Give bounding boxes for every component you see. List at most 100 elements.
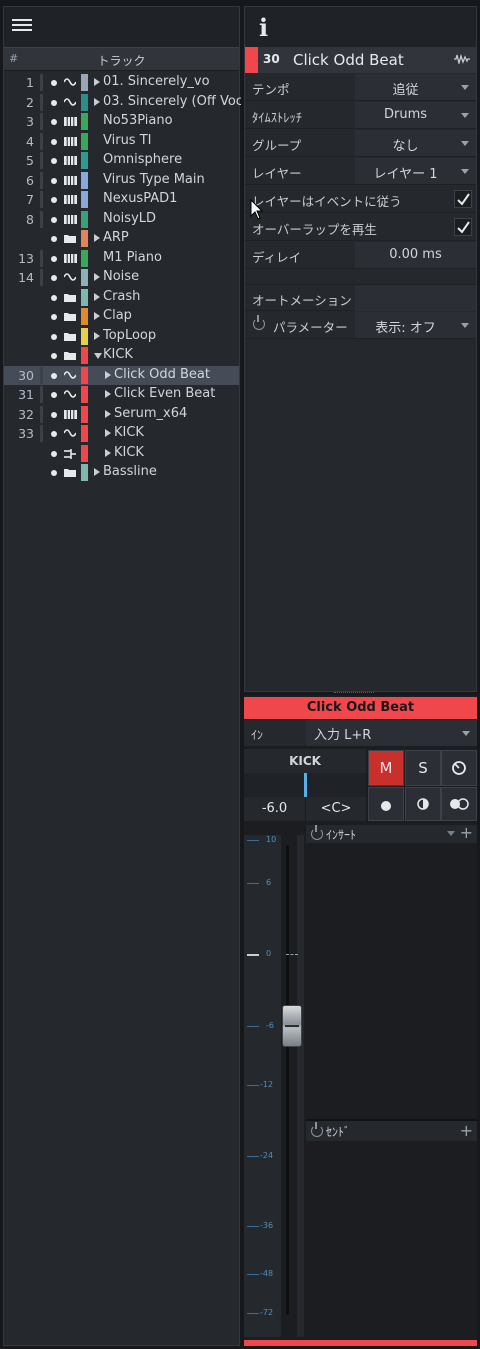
track-row[interactable]: 4 Virus TI <box>4 132 239 152</box>
expand-arrow-icon[interactable] <box>105 429 111 437</box>
expand-arrow-icon[interactable] <box>94 234 100 242</box>
track-color-swatch[interactable] <box>81 210 88 228</box>
group-select[interactable]: なし <box>355 130 476 156</box>
power-icon[interactable] <box>311 1122 323 1137</box>
power-icon[interactable] <box>311 825 323 840</box>
track-row[interactable]: 33 KICK <box>4 424 239 444</box>
inspector-track-header[interactable]: 30 Click Odd Beat <box>245 47 476 73</box>
track-row[interactable]: Bassline <box>4 463 239 483</box>
track-dot-icon[interactable] <box>51 255 57 262</box>
track-dot-icon[interactable] <box>51 177 57 184</box>
track-color-swatch[interactable] <box>81 444 88 462</box>
track-color-swatch[interactable] <box>81 152 88 169</box>
track-color-swatch[interactable] <box>81 386 88 403</box>
timestretch-select[interactable]: Drums <box>355 102 476 128</box>
parameter-select[interactable]: 表示: オフ <box>355 312 476 338</box>
track-row[interactable]: ARP <box>4 229 239 249</box>
overlap-checkbox[interactable] <box>454 218 472 236</box>
track-color-swatch[interactable] <box>81 425 88 442</box>
phase-button[interactable] <box>405 787 441 821</box>
expand-arrow-icon[interactable] <box>94 97 100 106</box>
track-dot-icon[interactable] <box>51 99 57 106</box>
expand-arrow-icon[interactable] <box>94 312 100 320</box>
track-color-swatch[interactable] <box>81 405 88 423</box>
solo-button[interactable]: S <box>405 750 441 786</box>
track-row[interactable]: 3 No53Piano <box>4 112 239 132</box>
input-select[interactable]: 入力 L+R <box>306 720 477 746</box>
tempo-select[interactable]: 追従 <box>355 74 476 100</box>
track-row[interactable]: 31 Click Even Beat <box>4 385 239 405</box>
track-row[interactable]: 7 NexusPAD1 <box>4 190 239 210</box>
track-name[interactable]: Click Odd Beat <box>293 51 404 69</box>
track-dot-icon[interactable] <box>51 216 57 223</box>
volume-value[interactable]: -6.0 <box>244 797 305 821</box>
chevron-down-icon[interactable] <box>447 831 455 836</box>
track-color-swatch[interactable] <box>81 327 88 345</box>
volume-fader[interactable]: 10 6 0 -6 -12 -24 -36 -48 -72 <box>244 835 304 1337</box>
power-icon[interactable] <box>253 315 265 330</box>
link-button[interactable] <box>441 787 477 821</box>
track-color-swatch[interactable] <box>81 464 88 481</box>
track-dot-icon[interactable] <box>51 158 57 164</box>
track-color-swatch[interactable] <box>81 288 88 306</box>
track-color-swatch[interactable] <box>245 47 258 73</box>
track-dot-icon[interactable] <box>51 236 57 242</box>
track-row[interactable]: 32 Serum_x64 <box>4 405 239 425</box>
track-row[interactable]: Clap <box>4 307 239 327</box>
expand-arrow-icon[interactable] <box>105 370 111 379</box>
track-row[interactable]: TopLoop <box>4 327 239 347</box>
track-color-swatch[interactable] <box>81 132 88 150</box>
fader-handle[interactable] <box>282 1005 302 1047</box>
track-color-swatch[interactable] <box>81 249 88 267</box>
track-color-swatch[interactable] <box>81 347 88 364</box>
track-dot-icon[interactable] <box>51 450 57 457</box>
resize-handle[interactable] <box>334 692 374 694</box>
track-dot-icon[interactable] <box>51 392 57 398</box>
track-color-swatch[interactable] <box>81 74 88 91</box>
track-dot-icon[interactable] <box>51 372 57 379</box>
monitor-button[interactable] <box>441 750 477 786</box>
layer-follow-checkbox[interactable] <box>454 190 472 208</box>
track-dot-icon[interactable] <box>51 353 57 359</box>
add-insert-icon[interactable]: + <box>460 823 473 842</box>
layer-select[interactable]: レイヤー 1 <box>355 158 476 184</box>
track-color-swatch[interactable] <box>81 269 88 286</box>
track-dot-icon[interactable] <box>51 119 57 125</box>
track-row[interactable]: 30 Click Odd Beat <box>4 365 239 385</box>
track-dot-icon[interactable] <box>51 294 57 301</box>
track-row[interactable]: KICK <box>4 346 239 366</box>
collapse-arrow-icon[interactable] <box>94 353 102 359</box>
info-icon[interactable]: i <box>259 13 268 42</box>
add-send-icon[interactable]: + <box>460 1121 473 1140</box>
pan-slider[interactable] <box>244 773 366 797</box>
record-arm-button[interactable] <box>368 787 404 821</box>
track-dot-icon[interactable] <box>51 197 57 203</box>
expand-arrow-icon[interactable] <box>105 409 111 418</box>
track-dot-icon[interactable] <box>51 138 57 145</box>
track-dot-icon[interactable] <box>51 314 57 320</box>
track-row[interactable]: 6 Virus Type Main <box>4 171 239 191</box>
track-row[interactable]: 2 03. Sincerely (Off Voca <box>4 93 241 113</box>
expand-arrow-icon[interactable] <box>94 292 100 301</box>
track-color-swatch[interactable] <box>81 113 88 130</box>
track-dot-icon[interactable] <box>51 275 57 281</box>
channel-name[interactable]: Click Odd Beat <box>244 697 477 719</box>
track-dot-icon[interactable] <box>51 470 57 476</box>
mute-button[interactable]: M <box>368 750 404 786</box>
track-row[interactable]: KICK <box>4 444 239 464</box>
expand-arrow-icon[interactable] <box>105 390 111 398</box>
expand-arrow-icon[interactable] <box>94 331 100 340</box>
track-color-swatch[interactable] <box>81 308 88 325</box>
expand-arrow-icon[interactable] <box>105 448 111 457</box>
track-color-swatch[interactable] <box>81 191 88 208</box>
track-color-swatch[interactable] <box>81 230 88 247</box>
track-color-swatch[interactable] <box>81 93 88 111</box>
pan-value[interactable]: <C> <box>306 797 366 821</box>
track-row[interactable]: 13 M1 Piano <box>4 249 239 269</box>
delay-field[interactable]: 0.00 ms <box>355 242 476 268</box>
track-dot-icon[interactable] <box>51 333 57 340</box>
track-row[interactable]: Crash <box>4 288 239 308</box>
track-row[interactable]: 14 Noise <box>4 268 239 288</box>
track-row[interactable]: 8 NoisyLD <box>4 210 239 230</box>
menu-icon[interactable] <box>12 19 32 35</box>
